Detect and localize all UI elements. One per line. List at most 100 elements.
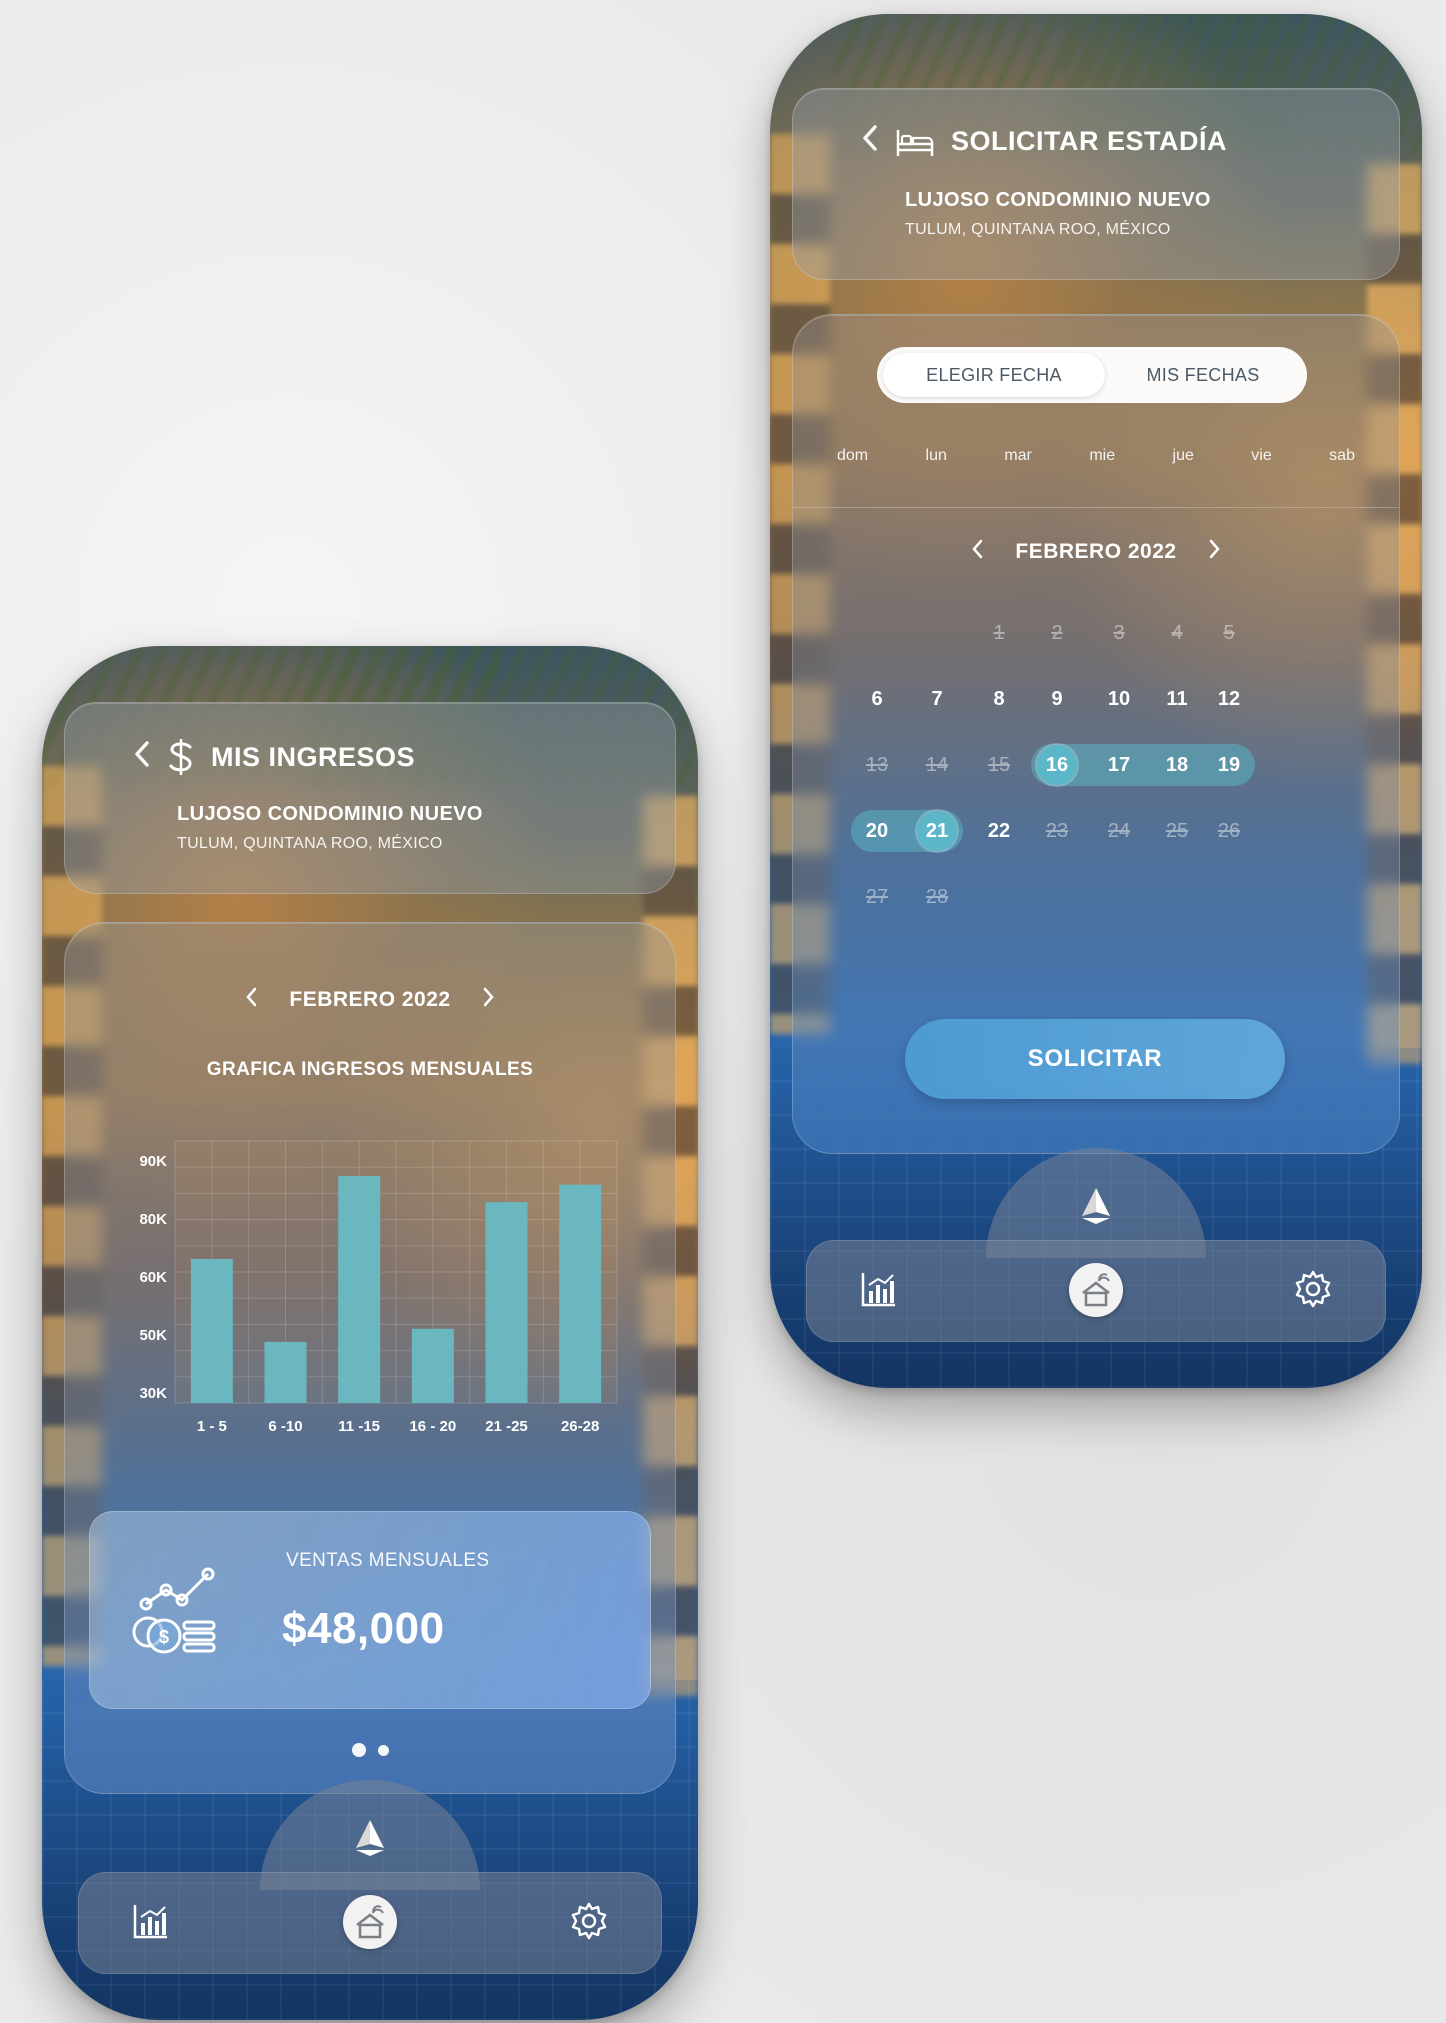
- chevron-left-icon: [246, 987, 257, 1007]
- date-tabs: ELEGIR FECHA MIS FECHAS: [877, 347, 1307, 403]
- calendar-day[interactable]: 16: [1037, 745, 1077, 785]
- calendar-day[interactable]: 22: [977, 811, 1021, 851]
- phone-income-screen: MIS INGRESOS LUJOSO CONDOMINIO NUEVO TUL…: [42, 646, 698, 2020]
- calendar-day[interactable]: 10: [1097, 679, 1141, 719]
- bottom-navigation: [806, 1240, 1386, 1342]
- house-palm-icon: [356, 1905, 384, 1939]
- sail-logo-icon: [1082, 1188, 1110, 1224]
- calendar-day: 14: [925, 753, 949, 776]
- calendar-day[interactable]: 21: [917, 811, 957, 851]
- calendar-day[interactable]: 12: [1207, 679, 1251, 719]
- calendar-day[interactable]: 19: [1207, 745, 1251, 785]
- calendar-day: 5: [1223, 621, 1235, 644]
- weekday-label: lun: [925, 447, 947, 464]
- header-row: SOLICITAR ESTADÍA: [861, 123, 1227, 160]
- chevron-left-icon: [135, 740, 149, 767]
- bed-icon: [896, 129, 934, 156]
- calendar-day: 23: [1045, 819, 1069, 842]
- chevron-left-icon: [972, 539, 983, 559]
- phone-stay-request-screen: SOLICITAR ESTADÍA LUJOSO CONDOMINIO NUEV…: [770, 14, 1422, 1388]
- page-title: SOLICITAR ESTADÍA: [951, 126, 1227, 156]
- y-tick-label: 60K: [139, 1269, 167, 1286]
- x-tick-label: 1 - 5: [197, 1418, 227, 1435]
- divider: [793, 507, 1399, 508]
- x-tick-label: 26-28: [561, 1418, 599, 1435]
- header-card: MIS INGRESOS LUJOSO CONDOMINIO NUEVO TUL…: [64, 702, 676, 894]
- calendar-day: 1: [993, 621, 1005, 644]
- chart-bar: [559, 1184, 602, 1403]
- calendar-day: 15: [987, 753, 1011, 776]
- gear-icon[interactable]: [1291, 1267, 1335, 1311]
- calendar-day[interactable]: 17: [1097, 745, 1141, 785]
- weekday-label: mar: [1004, 447, 1032, 464]
- prev-month-button[interactable]: [971, 539, 983, 565]
- calendar-day: 27: [865, 885, 889, 908]
- calendar-day: 3: [1113, 621, 1125, 644]
- gear-icon[interactable]: [567, 1899, 611, 1943]
- y-tick-label: 50K: [139, 1327, 167, 1344]
- next-month-button[interactable]: [483, 987, 495, 1013]
- x-tick-label: 11 -15: [338, 1418, 380, 1435]
- calendar-day[interactable]: 9: [1035, 679, 1079, 719]
- back-button[interactable]: [861, 123, 879, 160]
- month-label: FEBRERO 2022: [1015, 540, 1177, 563]
- weekday-label: jue: [1172, 447, 1194, 464]
- header-card: SOLICITAR ESTADÍA LUJOSO CONDOMINIO NUEV…: [792, 88, 1400, 280]
- prev-month-button[interactable]: [245, 987, 257, 1013]
- chevron-left-icon: [863, 125, 877, 151]
- sales-value: $48,000: [282, 1604, 445, 1653]
- property-location: TULUM, QUINTANA ROO, MÉXICO: [177, 835, 443, 852]
- x-tick-label: 16 - 20: [409, 1418, 456, 1435]
- page-dot[interactable]: [377, 1745, 389, 1756]
- calendar-day[interactable]: 7: [915, 679, 959, 719]
- calendar-day[interactable]: 11: [1155, 679, 1199, 719]
- calendar-day: 24: [1107, 819, 1131, 842]
- calendar-day[interactable]: 20: [855, 811, 899, 851]
- weekday-label: sab: [1329, 447, 1355, 464]
- calendar-day[interactable]: 8: [977, 679, 1021, 719]
- page-title: MIS INGRESOS: [211, 741, 416, 772]
- y-tick-label: 80K: [139, 1211, 167, 1228]
- month-navigator: FEBRERO 2022: [793, 539, 1399, 565]
- bar-chart-icon[interactable]: [857, 1267, 901, 1311]
- svg-text:$: $: [159, 1627, 169, 1647]
- home-button[interactable]: [1069, 1263, 1123, 1317]
- calendar-day: 2: [1051, 621, 1063, 644]
- weekday-label: vie: [1251, 447, 1272, 464]
- monthly-sales-card[interactable]: $ VENTAS MENSUALES $48,000: [89, 1511, 651, 1709]
- weekday-label: mie: [1089, 447, 1116, 464]
- y-tick-label: 30K: [139, 1385, 167, 1402]
- chart-title: GRAFICA INGRESOS MENSUALES: [206, 1059, 534, 1080]
- page-dot-active[interactable]: [351, 1743, 366, 1757]
- next-month-button[interactable]: [1209, 539, 1221, 565]
- tab-my-dates[interactable]: MIS FECHAS: [1105, 353, 1301, 397]
- sail-logo-icon: [356, 1820, 384, 1856]
- chart-bar: [485, 1202, 528, 1403]
- month-label: FEBRERO 2022: [289, 988, 451, 1011]
- weekday-header: dom lun mar mie jue vie sab: [837, 447, 1355, 465]
- tab-choose-date[interactable]: ELEGIR FECHA: [883, 353, 1105, 397]
- x-tick-label: 21 -25: [485, 1418, 528, 1435]
- home-button[interactable]: [343, 1895, 397, 1949]
- coins-chart-icon: $: [132, 1567, 216, 1654]
- calendar-day[interactable]: 6: [855, 679, 899, 719]
- month-navigator: FEBRERO 2022: [65, 987, 675, 1013]
- calendar-day: 13: [865, 753, 889, 776]
- bottom-navigation: [78, 1872, 662, 1974]
- property-name: LUJOSO CONDOMINIO NUEVO: [177, 803, 483, 825]
- header-row: MIS INGRESOS: [133, 737, 415, 777]
- weekday-label: dom: [837, 447, 869, 464]
- chart-bar: [190, 1258, 233, 1403]
- back-button[interactable]: [133, 739, 151, 776]
- calendar-day: 4: [1171, 621, 1183, 644]
- request-stay-button[interactable]: SOLICITAR: [905, 1019, 1285, 1099]
- calendar-day[interactable]: 18: [1155, 745, 1199, 785]
- calendar-day: 26: [1217, 819, 1241, 842]
- chevron-right-icon: [1209, 539, 1220, 559]
- house-palm-icon: [1082, 1273, 1110, 1307]
- bar-chart-icon[interactable]: [129, 1899, 173, 1943]
- sales-label: VENTAS MENSUALES: [286, 1550, 490, 1571]
- page-indicator: [65, 1743, 675, 1757]
- income-card: FEBRERO 2022 GRAFICA INGRESOS MENSUALES …: [64, 922, 676, 1794]
- chart-bar: [264, 1341, 307, 1403]
